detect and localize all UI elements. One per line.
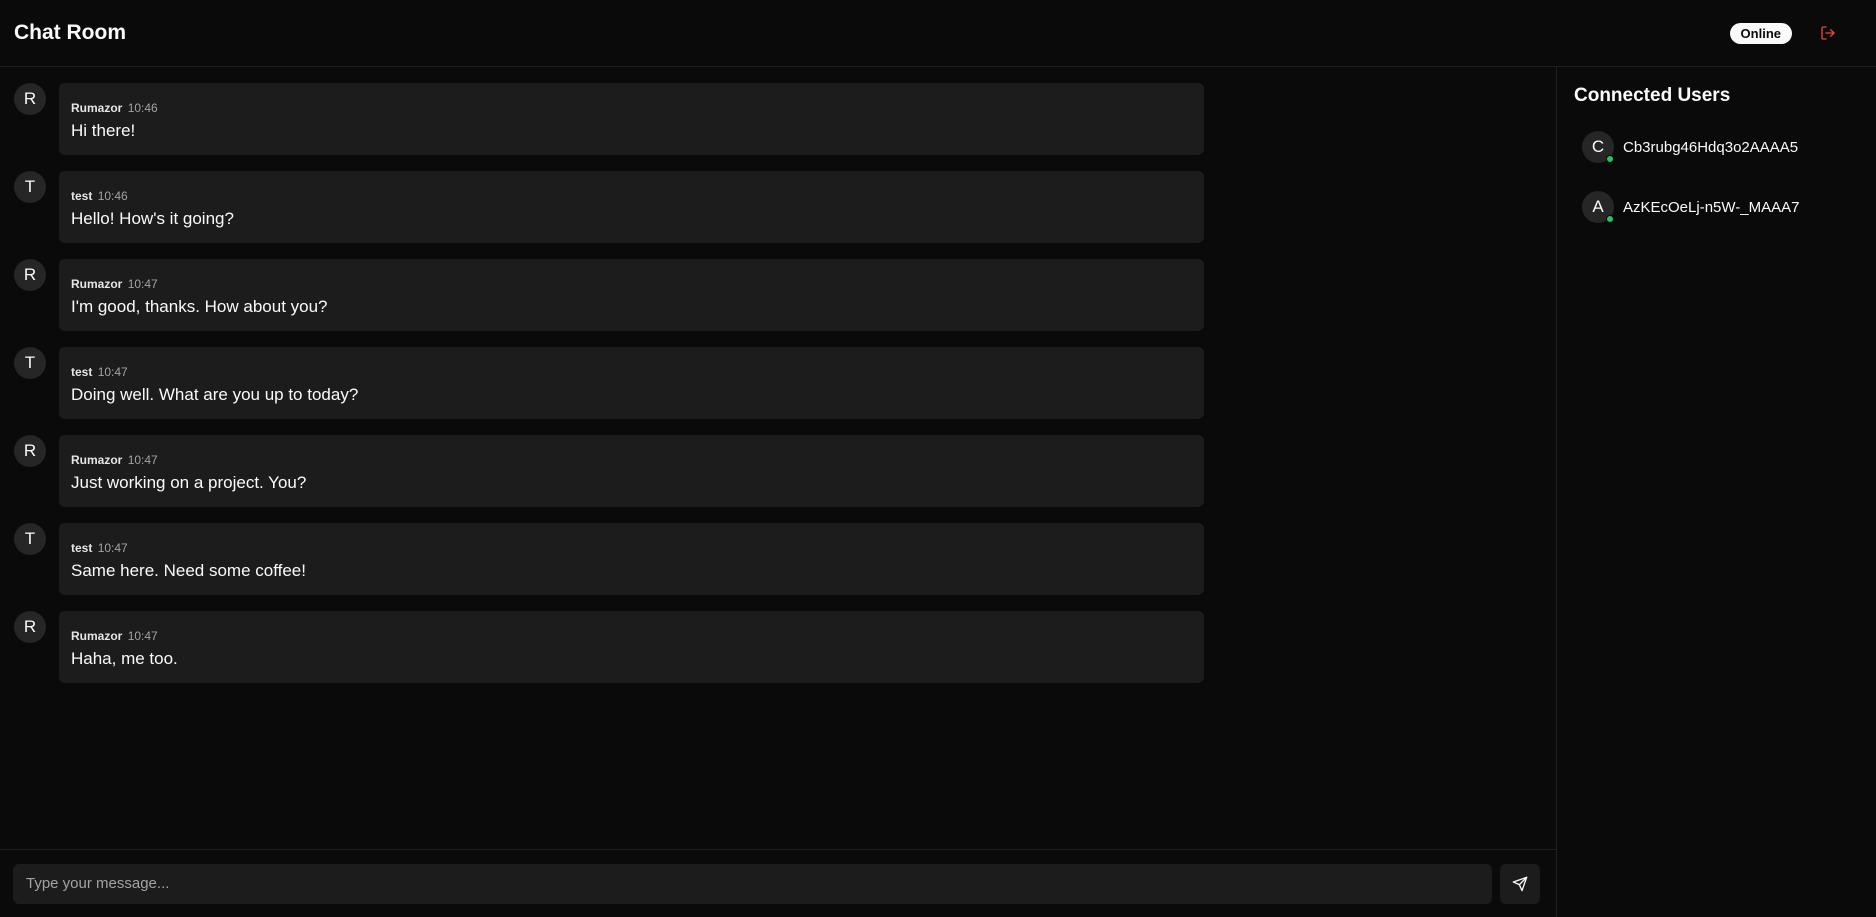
avatar-initial: A [1592, 197, 1604, 216]
message-time: 10:47 [97, 541, 128, 555]
connected-users-panel: Connected Users C Cb3rubg46Hdq3o2AAAA5 A… [1557, 67, 1876, 917]
message-text: I'm good, thanks. How about you? [71, 297, 328, 316]
message-time: 10:47 [127, 277, 158, 291]
message-time: 10:47 [127, 629, 158, 643]
message-item: R Rumazor 10:47 I'm good, thanks. How ab… [14, 259, 1542, 331]
message-meta: Rumazor 10:47 [71, 628, 1192, 644]
message-bubble: Rumazor 10:46 Hi there! [59, 83, 1204, 155]
message-time: 10:47 [127, 453, 158, 467]
header-actions: Online [1729, 22, 1862, 44]
message-bubble: test 10:47 Same here. Need some coffee! [59, 523, 1204, 595]
log-out-icon [1821, 26, 1835, 40]
message-bubble: Rumazor 10:47 I'm good, thanks. How abou… [59, 259, 1204, 331]
message-text: Hello! How's it going? [71, 209, 234, 228]
message-item: R Rumazor 10:47 Haha, me too. [14, 611, 1542, 683]
message-item: R Rumazor 10:46 Hi there! [14, 83, 1542, 155]
message-meta: test 10:46 [71, 188, 1192, 204]
message-time: 10:46 [127, 101, 158, 115]
user-item[interactable]: A AzKEcOeLj-n5W-_MAAA7 [1574, 185, 1859, 229]
status-badge: Online [1729, 22, 1792, 44]
main-body: R Rumazor 10:46 Hi there! T test 10:46 H… [0, 67, 1876, 917]
header: Chat Room Online [0, 0, 1876, 67]
logout-button[interactable] [1818, 23, 1838, 43]
message-author: Rumazor [71, 277, 123, 291]
message-author: test [71, 189, 93, 203]
message-author: Rumazor [71, 101, 123, 115]
message-meta: Rumazor 10:47 [71, 276, 1192, 292]
chat-app: Chat Room Online R Rumazor 10:46 Hi ther… [0, 0, 1876, 917]
message-meta: Rumazor 10:46 [71, 100, 1192, 116]
avatar: C [1582, 131, 1614, 163]
online-status-indicator [1606, 155, 1614, 163]
user-name: AzKEcOeLj-n5W-_MAAA7 [1623, 198, 1800, 216]
message-item: T test 10:47 Doing well. What are you up… [14, 347, 1542, 419]
avatar: R [14, 259, 46, 291]
page-title: Chat Room [14, 21, 126, 44]
avatar: T [14, 347, 46, 379]
avatar: R [14, 83, 46, 115]
message-item: T test 10:46 Hello! How's it going? [14, 171, 1542, 243]
message-meta: test 10:47 [71, 364, 1192, 380]
send-icon [1512, 876, 1528, 891]
avatar: A [1582, 191, 1614, 223]
message-bubble: Rumazor 10:47 Haha, me too. [59, 611, 1204, 683]
message-time: 10:47 [97, 365, 128, 379]
message-bubble: test 10:46 Hello! How's it going? [59, 171, 1204, 243]
message-item: R Rumazor 10:47 Just working on a projec… [14, 435, 1542, 507]
message-author: test [71, 541, 93, 555]
online-status-indicator [1606, 215, 1614, 223]
user-item[interactable]: C Cb3rubg46Hdq3o2AAAA5 [1574, 125, 1859, 169]
avatar: T [14, 523, 46, 555]
message-text: Doing well. What are you up to today? [71, 385, 359, 404]
avatar: T [14, 171, 46, 203]
message-meta: test 10:47 [71, 540, 1192, 556]
message-text: Hi there! [71, 121, 136, 140]
message-item: T test 10:47 Same here. Need some coffee… [14, 523, 1542, 595]
avatar-initial: C [1591, 137, 1605, 156]
user-name: Cb3rubg46Hdq3o2AAAA5 [1623, 138, 1799, 156]
message-list[interactable]: R Rumazor 10:46 Hi there! T test 10:46 H… [0, 67, 1556, 849]
message-text: Same here. Need some coffee! [71, 561, 306, 580]
message-meta: Rumazor 10:47 [71, 452, 1192, 468]
avatar: R [14, 435, 46, 467]
message-bubble: test 10:47 Doing well. What are you up t… [59, 347, 1204, 419]
message-author: test [71, 365, 93, 379]
avatar: R [14, 611, 46, 643]
message-input[interactable] [13, 863, 1492, 904]
message-author: Rumazor [71, 453, 123, 467]
chat-panel: R Rumazor 10:46 Hi there! T test 10:46 H… [0, 67, 1557, 917]
message-text: Just working on a project. You? [71, 473, 307, 492]
send-button[interactable] [1500, 863, 1540, 904]
message-author: Rumazor [71, 629, 123, 643]
message-text: Haha, me too. [71, 649, 178, 668]
sidebar-title: Connected Users [1574, 85, 1731, 106]
message-composer [0, 849, 1556, 917]
message-time: 10:46 [97, 189, 128, 203]
message-bubble: Rumazor 10:47 Just working on a project.… [59, 435, 1204, 507]
